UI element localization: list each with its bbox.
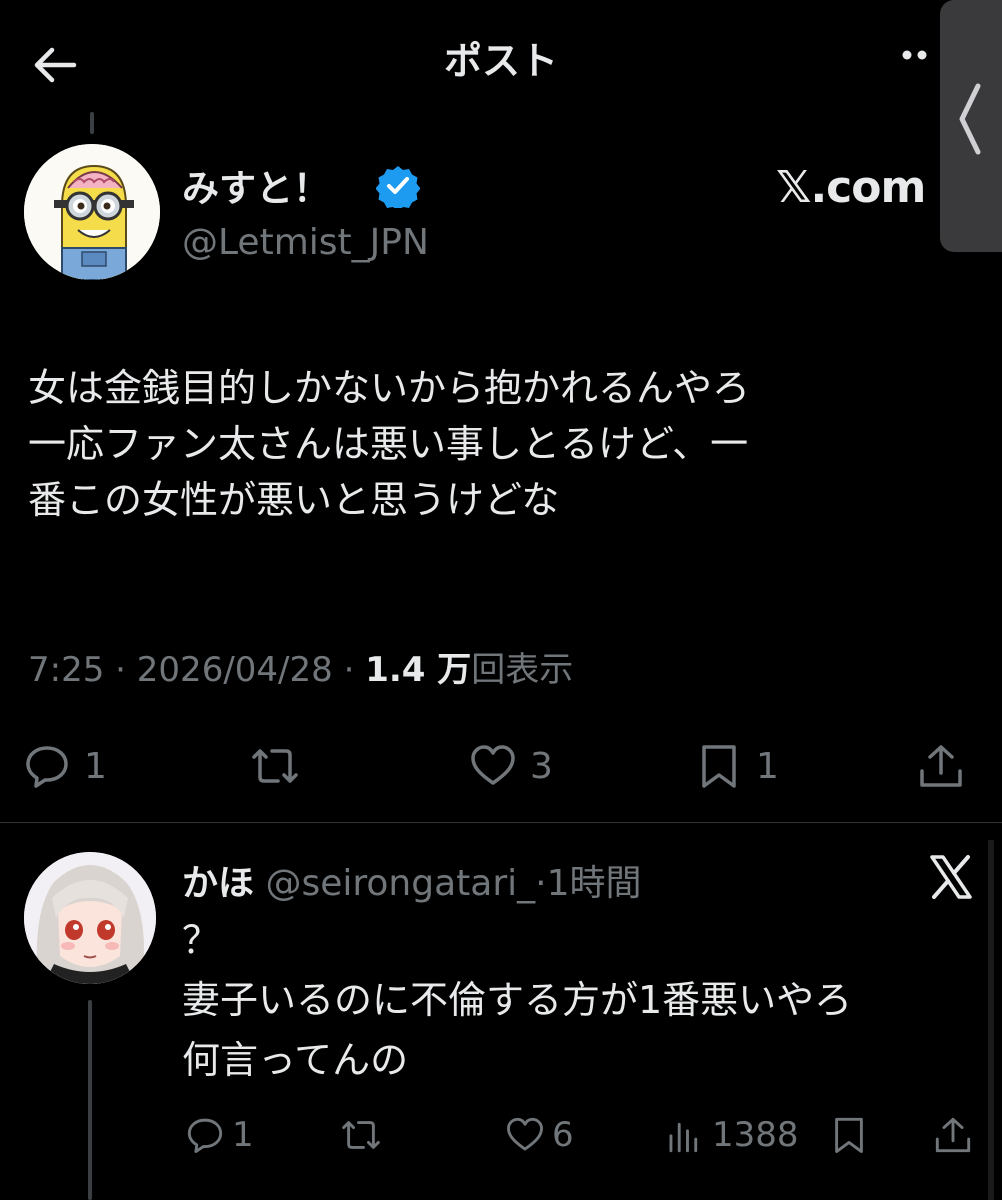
chevron-left-icon xyxy=(959,83,981,155)
reply-views-button[interactable]: 1388 xyxy=(666,1112,799,1158)
separator-dot: · xyxy=(343,650,366,690)
author-display-name[interactable]: みすと！ xyxy=(182,158,330,212)
bookmark-icon xyxy=(835,1117,863,1153)
heart-icon xyxy=(507,1117,543,1151)
separator-dot: · xyxy=(535,863,547,904)
bookmark-button[interactable]: 1 xyxy=(696,736,779,796)
avatar[interactable] xyxy=(24,852,156,984)
post-text-line: 番この女性が悪いと思うけどな xyxy=(28,478,560,522)
reply-like-count: 6 xyxy=(552,1115,574,1155)
avatar[interactable] xyxy=(24,144,160,280)
post-date: 2026/04/28 xyxy=(136,650,333,690)
source-badge: 𝕏.com xyxy=(776,162,926,213)
reply-share-button[interactable] xyxy=(934,1112,972,1158)
reply-action-bar: 1 6 1388 xyxy=(0,1112,1002,1158)
reply-handle[interactable]: @seirongatari_ xyxy=(265,863,535,904)
reply-text-line: 何言ってんの xyxy=(182,1038,409,1082)
retweet-icon xyxy=(342,1121,380,1149)
reply-reply-button[interactable]: 1 xyxy=(186,1112,254,1158)
more-dots-icon xyxy=(902,50,927,60)
post-text: 女は金銭目的しかないから抱かれるんやろ 一応ファン太さんは悪い事しとるけど、一 … xyxy=(28,360,958,528)
verified-badge-icon xyxy=(376,166,420,208)
reply-retweet-button[interactable] xyxy=(342,1112,380,1158)
thread-connector xyxy=(88,1000,92,1200)
bookmark-count: 1 xyxy=(756,745,779,787)
views-value: 1.4 万 xyxy=(365,650,472,690)
anime-avatar-image xyxy=(24,852,156,984)
minion-avatar-image xyxy=(24,144,160,280)
retweet-icon xyxy=(252,749,298,783)
reply-header: かほ @seirongatari_·1時間 xyxy=(182,854,641,906)
reply-count: 1 xyxy=(84,745,107,787)
post-time: 7:25 xyxy=(28,650,105,690)
reply-views-count: 1388 xyxy=(712,1115,799,1155)
thread-connector xyxy=(90,112,94,134)
heart-icon xyxy=(471,745,515,785)
post-meta: 7:25 · 2026/04/28 · 1.4 万回表示 xyxy=(28,642,573,691)
x-logo-icon xyxy=(930,855,972,899)
views-label: 回表示 xyxy=(471,650,574,690)
scroll-indicator xyxy=(988,840,994,1200)
separator-dot: · xyxy=(115,650,137,690)
author-handle[interactable]: @Letmist_JPN xyxy=(182,222,429,263)
reply-like-button[interactable]: 6 xyxy=(506,1112,574,1158)
x-logo-button[interactable] xyxy=(926,852,976,902)
share-icon xyxy=(920,745,962,787)
reply-text-line: ？ xyxy=(182,918,221,962)
share-button[interactable] xyxy=(918,736,964,796)
like-button[interactable]: 3 xyxy=(470,736,553,796)
reply-reply-count: 1 xyxy=(232,1115,254,1155)
post-text-line: 女は金銭目的しかないから抱かれるんやろ xyxy=(28,366,751,410)
post-text-line: 一応ファン太さんは悪い事しとるけど、一 xyxy=(28,422,749,466)
retweet-button[interactable] xyxy=(252,736,312,796)
side-panel-handle[interactable] xyxy=(940,0,1002,252)
reply-bubble-icon xyxy=(26,746,68,788)
reply-time: 1時間 xyxy=(546,863,642,904)
page-title: ポスト xyxy=(443,39,558,83)
reply-text: ？ 妻子いるのに不倫する方が1番悪いやろ 何言ってんの xyxy=(182,910,942,1090)
reply-text-line: 妻子いるのに不倫する方が1番悪いやろ xyxy=(182,978,853,1022)
post-action-bar: 1 3 1 xyxy=(0,736,1002,796)
reply-display-name[interactable]: かほ xyxy=(182,863,254,904)
analytics-bars-icon xyxy=(669,1122,698,1153)
bookmark-icon xyxy=(702,745,736,788)
reply-bookmark-button[interactable] xyxy=(830,1112,868,1158)
more-options-button[interactable] xyxy=(900,45,940,65)
reply-bubble-icon xyxy=(187,1118,223,1153)
reply-button[interactable]: 1 xyxy=(24,736,107,796)
like-count: 3 xyxy=(530,745,553,787)
share-icon xyxy=(935,1117,971,1153)
divider xyxy=(0,822,1002,823)
